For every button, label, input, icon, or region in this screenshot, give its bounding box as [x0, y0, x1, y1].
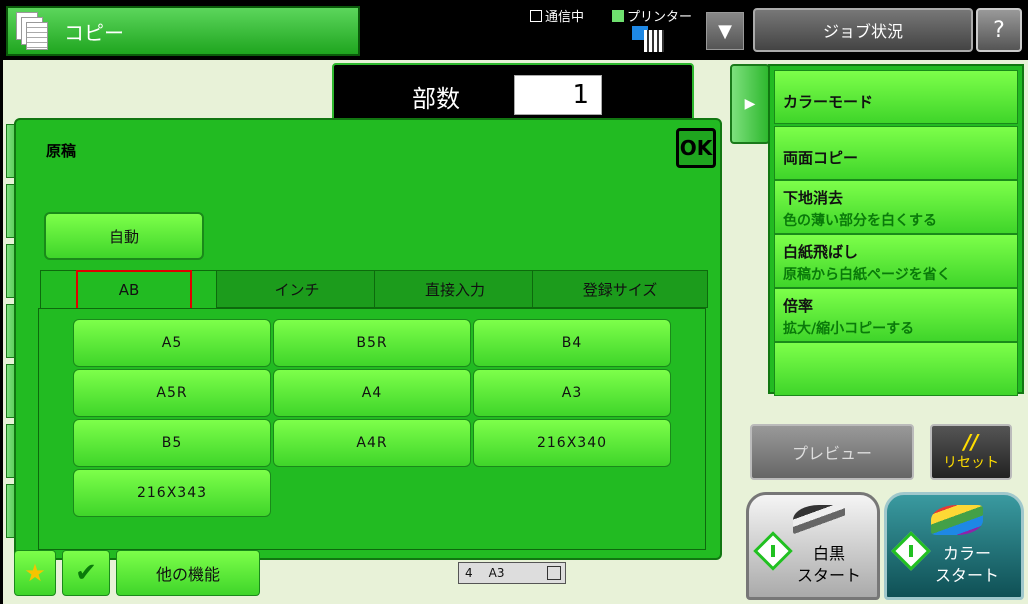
color-start-button[interactable]: カラー スタート [884, 492, 1024, 600]
printer-status-label: プリンター [627, 10, 693, 25]
size-button-a4r[interactable]: A4R [273, 419, 471, 467]
menu-item-subtitle: 拡大/縮小コピーする [783, 321, 915, 337]
tab-ab[interactable]: AB [40, 270, 218, 308]
status-dropdown-button[interactable]: ▼ [706, 12, 744, 50]
start-icon [891, 531, 931, 571]
size-button-b5[interactable]: B5 [73, 419, 271, 467]
copy-mode-tab[interactable]: コピー [6, 6, 360, 56]
menu-item-title: カラーモード [783, 93, 874, 111]
tab-direct-input[interactable]: 直接入力 [374, 270, 536, 308]
right-function-menu: カラーモード 両面コピー 下地消去 色の薄い部分を白くする 白紙飛ばし 原稿から… [768, 64, 1024, 396]
expand-menu-button[interactable]: ▶ [730, 64, 770, 144]
bw-start-label: 白黒 スタート [797, 543, 861, 587]
paper-tray-indicator: 4 A3 [458, 562, 566, 584]
preview-button[interactable]: プレビュー [750, 424, 914, 480]
copies-label: 部数 [412, 85, 460, 113]
reset-icon: // [963, 430, 979, 454]
tab-direct-input-label: 直接入力 [424, 280, 485, 299]
auto-button[interactable]: 自動 [44, 212, 204, 260]
other-functions-button[interactable]: 他の機能 [116, 550, 260, 596]
menu-item-title: 両面コピー [783, 149, 859, 167]
color-start-label-line1: カラー [943, 544, 992, 563]
menu-item-title: 下地消去 [783, 189, 844, 207]
chevron-down-icon: ▼ [718, 20, 732, 42]
help-button[interactable]: ? [976, 8, 1022, 52]
menu-item-subtitle: 色の薄い部分を白くする [783, 213, 937, 229]
help-icon: ? [993, 17, 1005, 43]
size-tab-panel: A5 B5R B4 A5R A4 A3 B5 A4R 216X340 216X3… [38, 308, 706, 550]
confirm-button[interactable]: ✔ [62, 550, 110, 596]
size-button-a5[interactable]: A5 [73, 319, 271, 367]
menu-item-title: 倍率 [783, 297, 814, 315]
top-bar: コピー 通信中 プリンター ▼ ジョブ状況 ? [0, 0, 1028, 60]
mode-label: コピー [64, 20, 124, 45]
tray-icon [547, 566, 561, 580]
bw-start-label-line1: 白黒 [813, 544, 846, 563]
tab-ab-label: AB [118, 280, 140, 299]
copies-input[interactable]: 1 [514, 75, 602, 115]
color-start-label: カラー スタート [935, 543, 999, 587]
menu-item-subtitle: 原稿から白紙ページを省く [783, 267, 951, 283]
reset-label: リセット [943, 455, 999, 471]
menu-item-duplex[interactable]: 両面コピー [774, 126, 1018, 180]
menu-item-blank-page-skip[interactable]: 白紙飛ばし 原稿から白紙ページを省く [774, 234, 1018, 288]
printer-status: プリンター [612, 6, 692, 25]
play-arrow-icon: ▶ [744, 96, 756, 112]
comm-status-indicator-icon [530, 9, 542, 22]
job-status-button[interactable]: ジョブ状況 [753, 8, 973, 52]
tab-inch-label: インチ [274, 280, 320, 299]
reset-button[interactable]: // リセット [930, 424, 1012, 480]
checkmark-icon: ✔ [75, 558, 97, 588]
copies-panel: 部数 1 [332, 63, 694, 123]
tab-inch[interactable]: インチ [216, 270, 378, 308]
size-button-b5r[interactable]: B5R [273, 319, 471, 367]
size-button-a5r[interactable]: A5R [73, 369, 271, 417]
color-logo-icon [931, 505, 983, 535]
printer-status-indicator-icon [612, 9, 624, 22]
color-start-label-line2: スタート [935, 566, 1000, 585]
favorite-button[interactable]: ★ [14, 550, 56, 596]
comm-status: 通信中 [530, 6, 584, 25]
tab-registered-size-label: 登録サイズ [582, 280, 658, 299]
size-button-216x343[interactable]: 216X343 [73, 469, 271, 517]
printer-icon [632, 26, 666, 52]
size-button-216x340[interactable]: 216X340 [473, 419, 671, 467]
size-button-a4[interactable]: A4 [273, 369, 471, 417]
original-size-dialog: 原稿 OK 自動 AB インチ 直接入力 登録サイズ A5 B5R B4 A5R… [14, 118, 722, 560]
bw-logo-icon [793, 505, 845, 535]
tray-paper-size: A3 [488, 566, 505, 580]
menu-item-color-mode[interactable]: カラーモード [774, 70, 1018, 124]
copy-documents-icon [16, 12, 50, 50]
dialog-title: 原稿 [46, 142, 77, 160]
menu-item-empty [774, 342, 1018, 396]
bw-start-label-line2: スタート [797, 566, 862, 585]
job-status-label: ジョブ状況 [822, 22, 903, 41]
tab-registered-size[interactable]: 登録サイズ [532, 270, 708, 308]
tray-number: 4 [465, 566, 473, 580]
ok-button[interactable]: OK [676, 128, 716, 168]
menu-item-background-removal[interactable]: 下地消去 色の薄い部分を白くする [774, 180, 1018, 234]
menu-item-title: 白紙飛ばし [783, 243, 859, 261]
start-icon [753, 531, 793, 571]
size-button-a3[interactable]: A3 [473, 369, 671, 417]
comm-status-label: 通信中 [545, 10, 585, 25]
star-icon: ★ [24, 559, 46, 587]
menu-item-zoom[interactable]: 倍率 拡大/縮小コピーする [774, 288, 1018, 342]
bw-start-button[interactable]: 白黒 スタート [746, 492, 880, 600]
size-button-b4[interactable]: B4 [473, 319, 671, 367]
